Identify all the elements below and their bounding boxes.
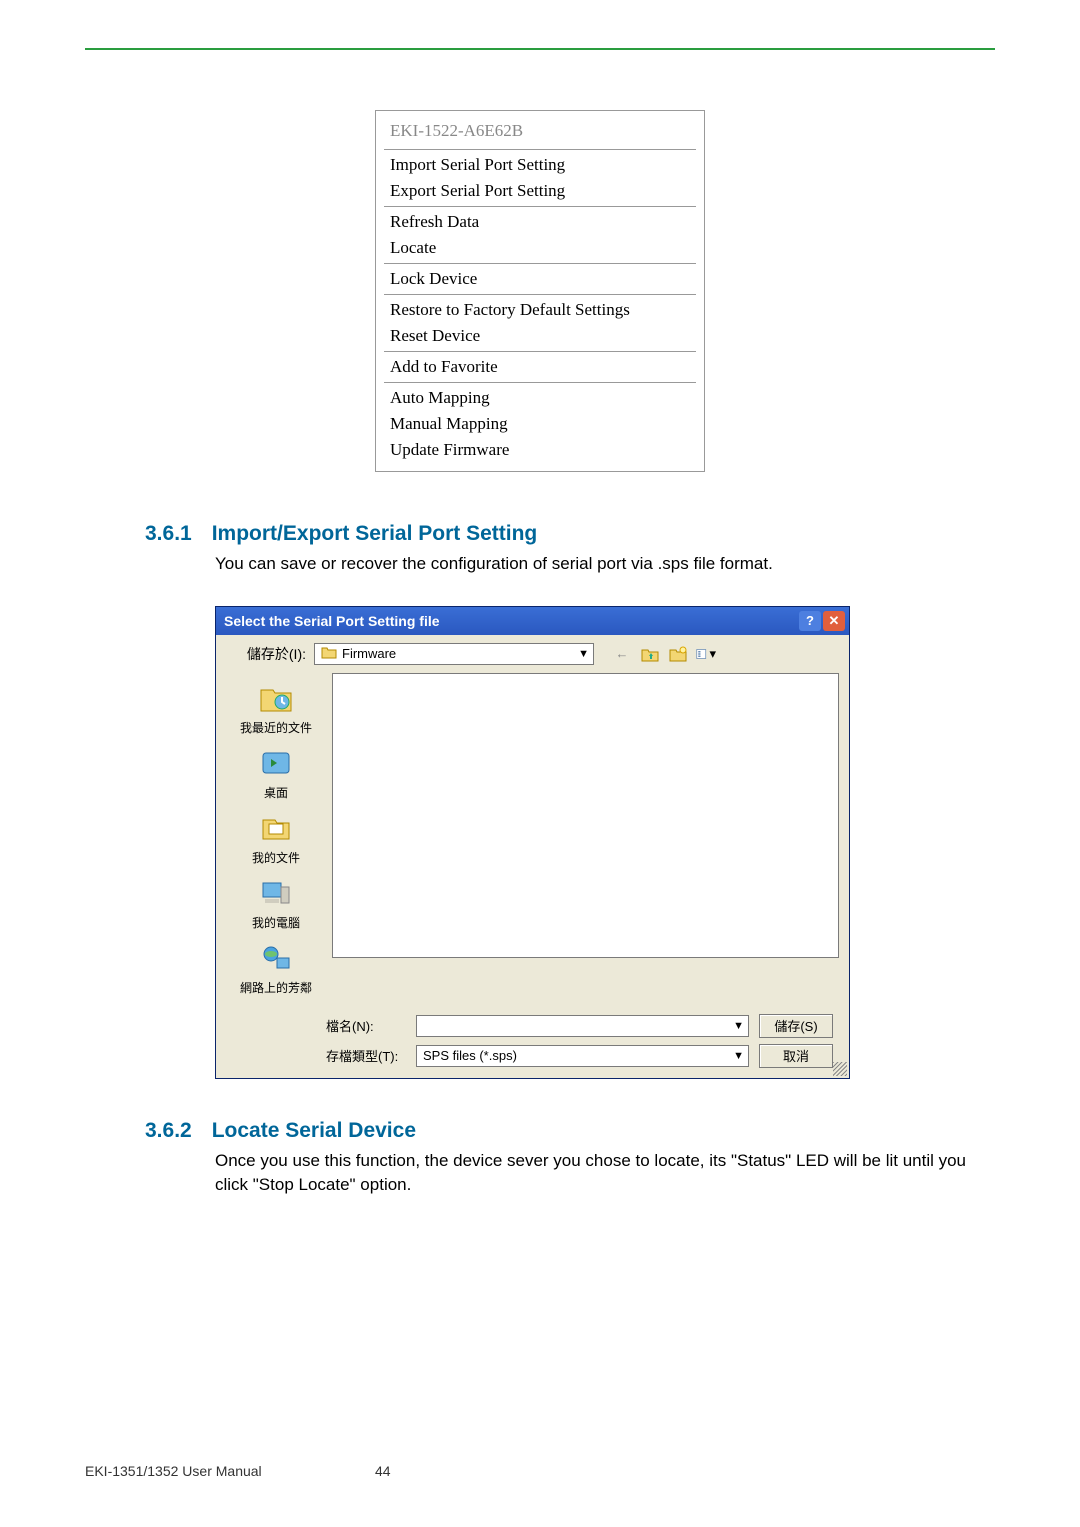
save-button[interactable]: 儲存(S) <box>759 1014 833 1038</box>
help-icon[interactable]: ? <box>799 611 821 631</box>
section-heading-362: 3.6.2 Locate Serial Device <box>145 1119 995 1143</box>
menu-item[interactable]: Update Firmware <box>376 437 704 463</box>
menu-item[interactable]: Restore to Factory Default Settings <box>376 297 704 323</box>
computer-icon <box>258 876 294 912</box>
save-in-label: 儲存於(I): <box>226 644 306 664</box>
menu-item[interactable]: Refresh Data <box>376 209 704 235</box>
resize-grip[interactable] <box>833 1062 847 1076</box>
separator <box>384 294 696 295</box>
menu-item[interactable]: Add to Favorite <box>376 354 704 380</box>
menu-item[interactable]: Lock Device <box>376 266 704 292</box>
desktop-icon <box>258 746 294 782</box>
close-icon[interactable]: ✕ <box>823 611 845 631</box>
context-menu-title: EKI-1522-A6E62B <box>376 119 704 147</box>
chevron-down-icon: ▼ <box>733 1050 744 1062</box>
dialog-title: Select the Serial Port Setting file <box>224 613 797 629</box>
folder-name: Firmware <box>342 646 578 661</box>
filetype-label: 存檔類型(T): <box>326 1046 416 1065</box>
places-sidebar: 我最近的文件 桌面 我的文件 <box>226 673 326 996</box>
filename-label: 檔名(N): <box>326 1016 416 1035</box>
sidebar-item-label: 我的電腦 <box>252 914 300 931</box>
chevron-down-icon: ▼ <box>578 648 589 660</box>
folder-combo[interactable]: Firmware ▼ <box>314 643 594 665</box>
context-menu: EKI-1522-A6E62B Import Serial Port Setti… <box>375 110 705 472</box>
section-title: Locate Serial Device <box>212 1119 416 1142</box>
filetype-value: SPS files (*.sps) <box>423 1048 733 1063</box>
menu-item[interactable]: Export Serial Port Setting <box>376 178 704 204</box>
sidebar-item-label: 網路上的芳鄰 <box>240 979 312 996</box>
top-rule <box>85 48 995 50</box>
back-icon[interactable]: ← <box>612 644 632 664</box>
toolbar-buttons: ← ▾ <box>612 644 716 664</box>
menu-item[interactable]: Manual Mapping <box>376 411 704 437</box>
section-number: 3.6.1 <box>145 522 192 545</box>
separator <box>384 263 696 264</box>
sidebar-documents[interactable]: 我的文件 <box>252 811 300 866</box>
section-title: Import/Export Serial Port Setting <box>212 522 538 545</box>
file-dialog: Select the Serial Port Setting file ? ✕ … <box>215 606 850 1079</box>
view-menu-icon[interactable]: ▾ <box>696 644 716 664</box>
footer-title: EKI-1351/1352 User Manual <box>85 1463 375 1479</box>
section-body: Once you use this function, the device s… <box>215 1149 975 1197</box>
new-folder-icon[interactable] <box>668 644 688 664</box>
sidebar-network[interactable]: 網路上的芳鄰 <box>240 941 312 996</box>
separator <box>384 382 696 383</box>
section-number: 3.6.2 <box>145 1119 192 1142</box>
dialog-titlebar: Select the Serial Port Setting file ? ✕ <box>216 607 849 635</box>
file-list-area[interactable] <box>332 673 839 958</box>
menu-item[interactable]: Locate <box>376 235 704 261</box>
sidebar-item-label: 我最近的文件 <box>240 719 312 736</box>
section-heading-361: 3.6.1 Import/Export Serial Port Setting <box>145 522 995 546</box>
documents-icon <box>258 811 294 847</box>
sidebar-desktop[interactable]: 桌面 <box>258 746 294 801</box>
section-body: You can save or recover the configuratio… <box>215 552 975 576</box>
menu-item[interactable]: Reset Device <box>376 323 704 349</box>
footer-page: 44 <box>375 1463 391 1479</box>
filetype-combo[interactable]: SPS files (*.sps) ▼ <box>416 1045 749 1067</box>
page-footer: EKI-1351/1352 User Manual 44 <box>85 1463 995 1479</box>
sidebar-recent[interactable]: 我最近的文件 <box>240 681 312 736</box>
separator <box>384 149 696 150</box>
menu-item[interactable]: Auto Mapping <box>376 385 704 411</box>
folder-icon <box>321 645 337 662</box>
sidebar-item-label: 桌面 <box>264 784 288 801</box>
chevron-down-icon: ▼ <box>733 1020 744 1032</box>
up-folder-icon[interactable] <box>640 644 660 664</box>
network-icon <box>258 941 294 977</box>
menu-item[interactable]: Import Serial Port Setting <box>376 152 704 178</box>
filename-input[interactable]: ▼ <box>416 1015 749 1037</box>
sidebar-item-label: 我的文件 <box>252 849 300 866</box>
recent-icon <box>258 681 294 717</box>
separator <box>384 206 696 207</box>
sidebar-computer[interactable]: 我的電腦 <box>252 876 300 931</box>
cancel-button[interactable]: 取消 <box>759 1044 833 1068</box>
separator <box>384 351 696 352</box>
dialog-toolbar: 儲存於(I): Firmware ▼ ← ▾ <box>216 635 849 673</box>
